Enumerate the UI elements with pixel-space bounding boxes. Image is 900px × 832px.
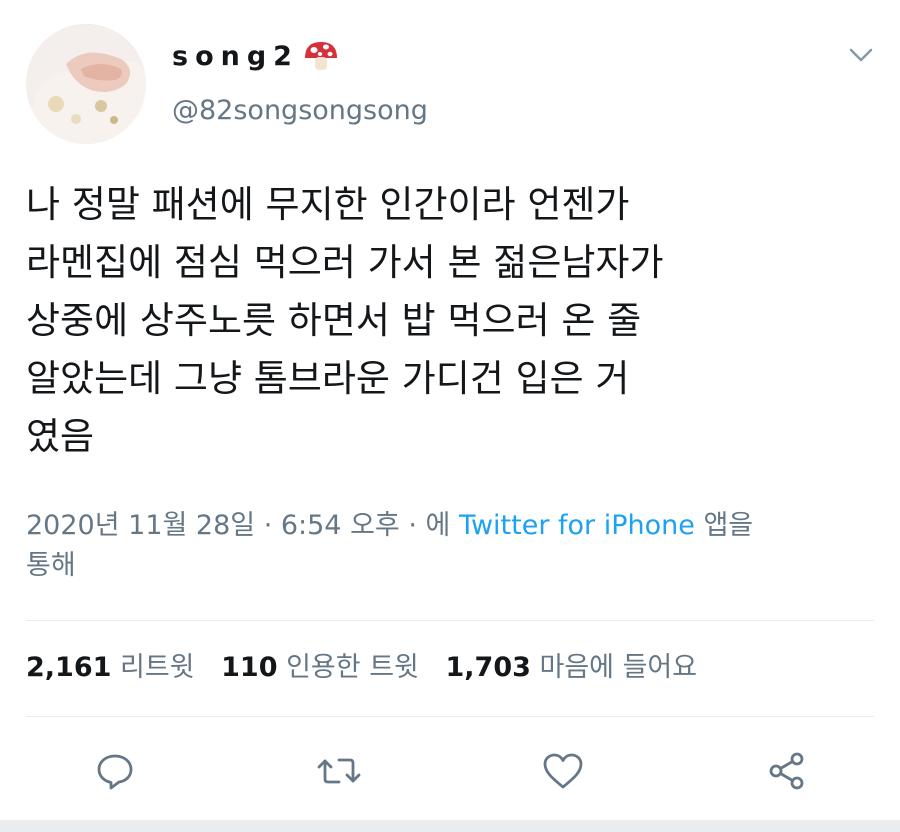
quotes-count: 110 [221,652,278,683]
source-link[interactable]: Twitter for iPhone [459,510,695,541]
avatar[interactable] [26,24,146,144]
heart-icon [542,751,584,795]
like-button[interactable] [538,748,588,798]
quotes-stat[interactable]: 110 인용한 트윗 [221,652,427,683]
divider [26,716,874,717]
mushroom-icon [301,38,341,74]
tweet-stats: 2,161 리트윗 110 인용한 트윗 1,703 마음에 들어요 [26,648,715,688]
likes-count: 1,703 [445,652,531,683]
reply-button[interactable] [90,748,140,798]
share-button[interactable] [762,748,812,798]
divider [26,620,874,621]
display-name[interactable]: song2 [172,38,341,74]
retweets-label: 리트윗 [120,652,195,683]
timestamp[interactable]: 2020년 11월 28일 · 6:54 오후 · 에 [26,510,450,541]
tweet-meta: 2020년 11월 28일 · 6:54 오후 · 에 Twitter for … [26,506,886,586]
action-bar [0,748,900,798]
user-handle[interactable]: @82songsongsong [172,95,428,126]
retweet-button[interactable] [314,748,364,798]
retweets-stat[interactable]: 2,161 리트윗 [26,652,203,683]
share-icon [765,749,809,797]
chevron-down-icon[interactable] [848,44,874,66]
reply-icon [95,751,135,795]
bottom-edge [0,820,900,832]
retweets-count: 2,161 [26,652,112,683]
tweet-text: 나 정말 패션에 무지한 인간이라 언젠가 라멘집에 점심 먹으러 가서 본 젊… [26,183,664,458]
retweet-icon [317,751,361,795]
likes-label: 마음에 들어요 [539,652,698,683]
tweet: song2 @82songsongsong 나 정말 패션에 무지한 인간이라 … [0,0,900,832]
quotes-label: 인용한 트윗 [286,652,419,683]
display-name-text: song2 [172,40,299,72]
likes-stat[interactable]: 1,703 마음에 들어요 [445,652,697,683]
